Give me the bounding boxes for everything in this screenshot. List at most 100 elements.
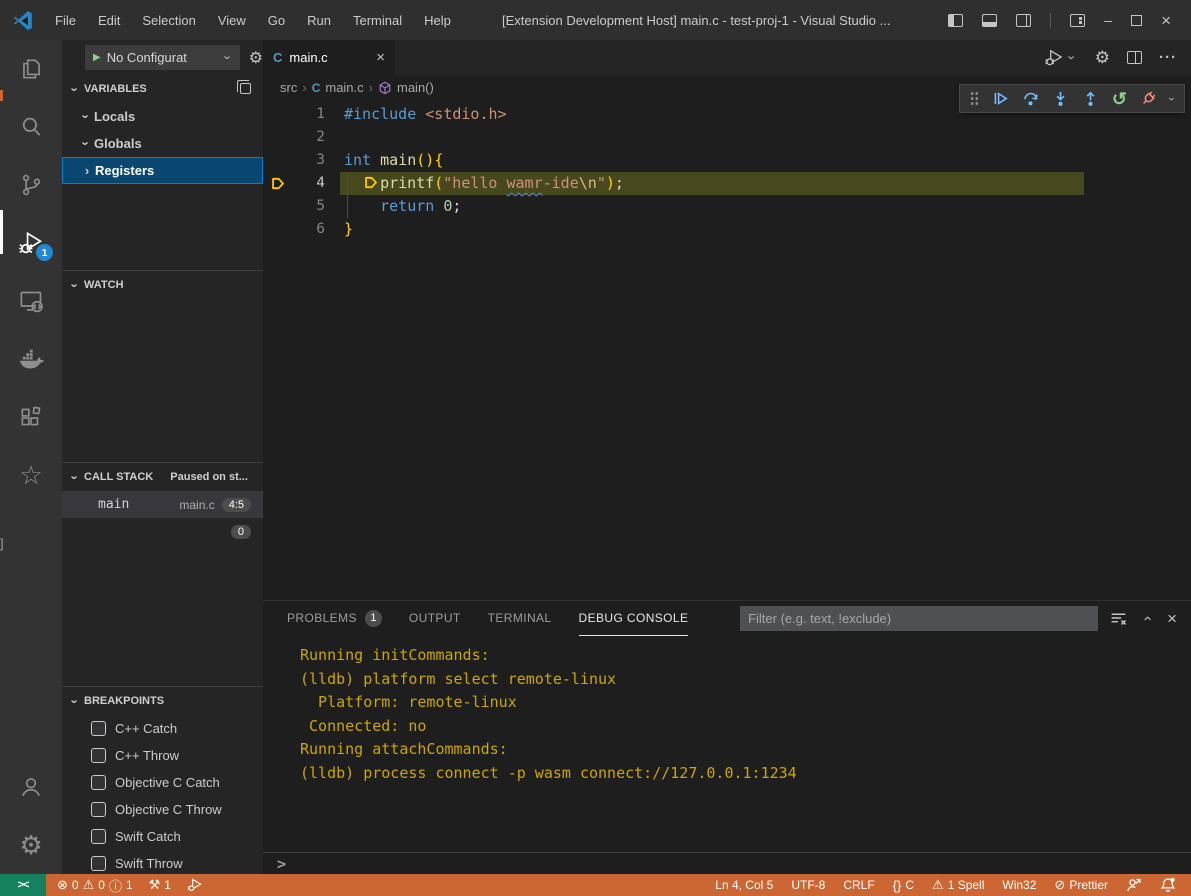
- variables-section-header[interactable]: › VARIABLES: [62, 75, 263, 103]
- menu-selection[interactable]: Selection: [131, 0, 206, 40]
- breadcrumb-file[interactable]: main.c: [325, 80, 363, 95]
- clear-console-icon[interactable]: [1110, 610, 1127, 627]
- code-editor[interactable]: 1#include <stdio.h>23int main(){4 printf…: [263, 100, 1191, 600]
- tab-main-c[interactable]: C main.c ×: [263, 40, 395, 75]
- menu-edit[interactable]: Edit: [87, 0, 131, 40]
- debug-config-dropdown[interactable]: ▶ No Configurat ›: [85, 45, 240, 70]
- checkbox[interactable]: [91, 802, 106, 817]
- menu-help[interactable]: Help: [413, 0, 462, 40]
- sidebar-item-star[interactable]: ☆: [0, 446, 62, 504]
- chevron-down-icon[interactable]: ›: [1165, 97, 1179, 101]
- sidebar-item-remote-explorer[interactable]: [0, 272, 62, 330]
- run-or-debug-button[interactable]: ›: [1045, 48, 1078, 67]
- gutter-space: [263, 149, 293, 172]
- stack-frame-row[interactable]: main main.c 4:5: [62, 491, 263, 518]
- maximize-panel-icon[interactable]: ›: [1139, 613, 1156, 625]
- gear-icon[interactable]: ⚙: [249, 48, 263, 68]
- menu-file[interactable]: File: [44, 0, 87, 40]
- watch-section-header[interactable]: › WATCH: [62, 271, 263, 299]
- menu-view[interactable]: View: [207, 0, 257, 40]
- menu-run[interactable]: Run: [296, 0, 342, 40]
- breakpoint-row[interactable]: Swift Throw: [62, 850, 263, 874]
- cursor-position[interactable]: Ln 4, Col 5: [710, 878, 778, 892]
- maximize-button[interactable]: [1131, 15, 1142, 26]
- checkbox[interactable]: [91, 856, 106, 871]
- tools-status[interactable]: ⚒ 1: [144, 877, 176, 893]
- panel-tab-output[interactable]: OUTPUT: [409, 601, 461, 636]
- filter-input[interactable]: [740, 606, 1098, 631]
- sidebar-item-explorer[interactable]: [0, 40, 62, 98]
- variables-row-globals[interactable]: ›Globals: [62, 130, 263, 157]
- accounts-button[interactable]: [0, 758, 62, 816]
- settings-button[interactable]: ⚙: [0, 816, 62, 874]
- checkbox[interactable]: [91, 775, 106, 790]
- breakpoint-row[interactable]: C++ Throw: [62, 742, 263, 769]
- feedback-button[interactable]: [1121, 877, 1147, 893]
- spell-status[interactable]: ⚠ 1 Spell: [927, 877, 989, 893]
- toggle-sidebar-icon[interactable]: [948, 14, 963, 27]
- platform-status[interactable]: Win32: [997, 878, 1041, 892]
- menu-terminal[interactable]: Terminal: [342, 0, 413, 40]
- close-window-button[interactable]: ×: [1161, 12, 1171, 29]
- code-line-3[interactable]: 3int main(){: [263, 149, 1191, 172]
- start-debugging-icon[interactable]: ▶: [93, 52, 101, 63]
- step-over-button[interactable]: [1022, 90, 1039, 107]
- close-panel-icon[interactable]: ×: [1167, 609, 1177, 629]
- panel-tab-debug-console[interactable]: DEBUG CONSOLE: [579, 601, 689, 636]
- collapse-all-icon[interactable]: [240, 83, 251, 94]
- toggle-secondary-sidebar-icon[interactable]: [1016, 14, 1031, 27]
- panel-tab-problems[interactable]: PROBLEMS1: [287, 601, 382, 636]
- continue-button[interactable]: [992, 90, 1009, 107]
- variable-scope-label: Globals: [94, 136, 142, 151]
- problems-status[interactable]: ⊗ 0 ⚠ 0 ⓘ 1: [52, 876, 138, 895]
- checkbox[interactable]: [91, 721, 106, 736]
- sidebar-item-search[interactable]: [0, 98, 62, 156]
- menu-go[interactable]: Go: [257, 0, 296, 40]
- step-into-button[interactable]: [1052, 90, 1069, 107]
- code-line-2[interactable]: 2: [263, 126, 1191, 149]
- minimize-button[interactable]: –: [1104, 12, 1112, 28]
- language-status[interactable]: {} C: [888, 878, 919, 893]
- code-line-4[interactable]: 4 printf("hello wamr-ide\n");: [263, 172, 1191, 195]
- encoding-status[interactable]: UTF-8: [786, 878, 830, 892]
- formatter-status[interactable]: ⊘ Prettier: [1049, 877, 1113, 893]
- debug-stopped-arrow-icon[interactable]: [263, 172, 293, 195]
- breakpoint-row[interactable]: Objective C Throw: [62, 796, 263, 823]
- more-actions-icon[interactable]: ···: [1159, 49, 1177, 66]
- step-out-button[interactable]: [1082, 90, 1099, 107]
- checkbox[interactable]: [91, 748, 106, 763]
- vscode-window: FileEditSelectionViewGoRunTerminalHelp […: [0, 0, 1191, 896]
- code-line-5[interactable]: 5 return 0;: [263, 195, 1191, 218]
- toggle-panel-icon[interactable]: [982, 14, 997, 27]
- debug-status[interactable]: [182, 877, 208, 893]
- remote-indicator[interactable]: ><: [0, 874, 46, 896]
- call-stack-section-header[interactable]: › CALL STACK Paused on st...: [62, 463, 263, 491]
- gear-icon[interactable]: ⚙: [1095, 48, 1110, 68]
- breakpoints-section-header[interactable]: › BREAKPOINTS: [62, 687, 263, 715]
- code-line-6[interactable]: 6}: [263, 218, 1191, 241]
- variables-row-locals[interactable]: ›Locals: [62, 103, 263, 130]
- customize-layout-icon[interactable]: [1070, 14, 1085, 27]
- restart-button[interactable]: ↺: [1112, 90, 1127, 108]
- breadcrumb-folder[interactable]: src: [280, 80, 297, 95]
- thread-row[interactable]: 0: [62, 518, 263, 546]
- panel-actions: › ×: [1098, 609, 1191, 629]
- breakpoint-row[interactable]: C++ Catch: [62, 715, 263, 742]
- sidebar-item-docker[interactable]: [0, 330, 62, 388]
- sidebar-item-extensions[interactable]: [0, 388, 62, 446]
- debug-console-input[interactable]: >: [263, 852, 1191, 874]
- drag-gripper-icon[interactable]: [970, 91, 979, 106]
- notifications-button[interactable]: [1155, 877, 1181, 893]
- breadcrumb-symbol[interactable]: main(): [397, 80, 434, 95]
- sidebar-item-run-and-debug[interactable]: 1: [0, 214, 62, 272]
- close-icon[interactable]: ×: [376, 49, 385, 66]
- sidebar-item-source-control[interactable]: [0, 156, 62, 214]
- variables-row-registers[interactable]: ›Registers: [62, 157, 263, 184]
- split-editor-icon[interactable]: [1127, 51, 1142, 64]
- breakpoint-row[interactable]: Swift Catch: [62, 823, 263, 850]
- panel-tab-terminal[interactable]: TERMINAL: [488, 601, 552, 636]
- disconnect-button[interactable]: [1140, 90, 1157, 107]
- eol-status[interactable]: CRLF: [838, 878, 879, 892]
- checkbox[interactable]: [91, 829, 106, 844]
- breakpoint-row[interactable]: Objective C Catch: [62, 769, 263, 796]
